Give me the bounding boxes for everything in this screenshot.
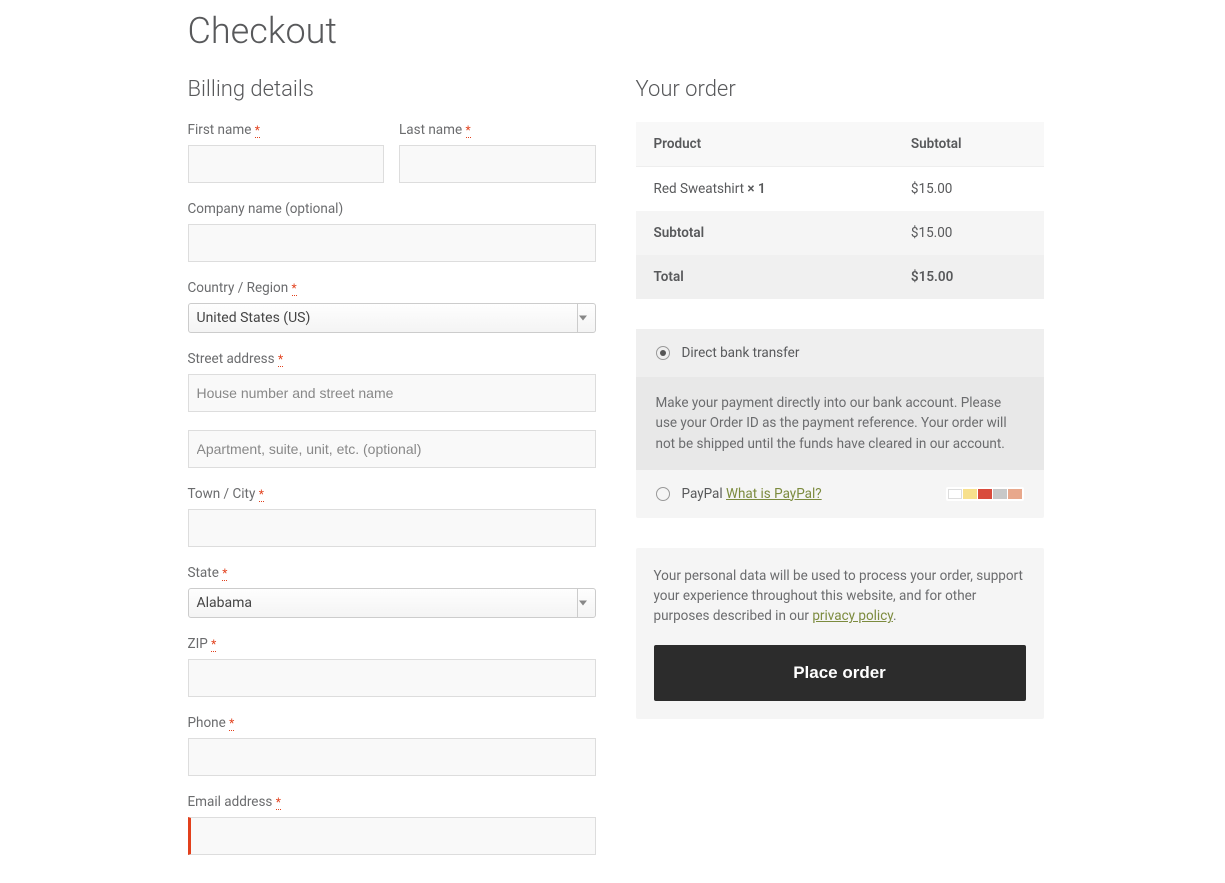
email-input[interactable]: [188, 817, 596, 855]
street-label: Street address *: [188, 351, 596, 367]
street-address-2-input[interactable]: [188, 430, 596, 468]
mastercard-icon: [978, 489, 992, 499]
first-name-label: First name *: [188, 122, 385, 138]
state-select[interactable]: Alabama: [188, 588, 596, 618]
phone-input[interactable]: [188, 738, 596, 776]
product-column-header: Product: [636, 122, 893, 167]
payment-method-bacs[interactable]: Direct bank transfer: [636, 329, 1044, 377]
zip-label: ZIP *: [188, 636, 596, 652]
zip-input[interactable]: [188, 659, 596, 697]
billing-section: Billing details First name * Last name *…: [188, 77, 596, 873]
subtotal-value: $15.00: [893, 211, 1044, 255]
subtotal-label: Subtotal: [636, 211, 893, 255]
city-input[interactable]: [188, 509, 596, 547]
company-input[interactable]: [188, 224, 596, 262]
order-item-name: Red Sweatshirt: [654, 181, 748, 197]
page-title: Checkout: [188, 10, 1038, 52]
street-address-input[interactable]: [188, 374, 596, 412]
amex-icon: [993, 489, 1007, 499]
billing-heading: Billing details: [188, 77, 596, 102]
total-value: $15.00: [893, 255, 1044, 299]
payment-bacs-label: Direct bank transfer: [682, 345, 800, 361]
order-section: Your order Product Subtotal Red Sweatshi…: [636, 77, 1044, 873]
order-heading: Your order: [636, 77, 1044, 102]
payment-method-paypal[interactable]: PayPal What is PayPal?: [636, 470, 1044, 518]
payment-methods: Direct bank transfer Make your payment d…: [636, 329, 1044, 518]
subtotal-column-header: Subtotal: [893, 122, 1044, 167]
state-label: State *: [188, 565, 596, 581]
radio-unchecked-icon: [656, 487, 670, 501]
company-label: Company name (optional): [188, 201, 596, 217]
place-order-button[interactable]: Place order: [654, 645, 1026, 701]
payment-paypal-label: PayPal What is PayPal?: [682, 486, 822, 502]
first-name-input[interactable]: [188, 145, 385, 183]
city-label: Town / City *: [188, 486, 596, 502]
discover-icon: [1008, 489, 1022, 499]
country-select[interactable]: United States (US): [188, 303, 596, 333]
paypal-logo-icon: [948, 489, 962, 499]
what-is-paypal-link[interactable]: What is PayPal?: [726, 486, 822, 502]
privacy-policy-link[interactable]: privacy policy: [812, 608, 893, 624]
place-order-section: Your personal data will be used to proce…: [636, 548, 1044, 719]
payment-bacs-description: Make your payment directly into our bank…: [636, 377, 1044, 470]
order-item-qty: × 1: [747, 181, 765, 197]
last-name-label: Last name *: [399, 122, 596, 138]
total-label: Total: [636, 255, 893, 299]
order-summary-table: Product Subtotal Red Sweatshirt × 1 $15.…: [636, 122, 1044, 299]
payment-card-icons: [946, 487, 1024, 501]
email-label: Email address *: [188, 794, 596, 810]
radio-checked-icon: [656, 346, 670, 360]
country-label: Country / Region *: [188, 280, 596, 296]
phone-label: Phone *: [188, 715, 596, 731]
privacy-policy-text: Your personal data will be used to proce…: [654, 566, 1026, 627]
last-name-input[interactable]: [399, 145, 596, 183]
order-item-price: $15.00: [893, 167, 1044, 212]
order-item-row: Red Sweatshirt × 1 $15.00: [636, 167, 1044, 212]
visa-icon: [963, 489, 977, 499]
